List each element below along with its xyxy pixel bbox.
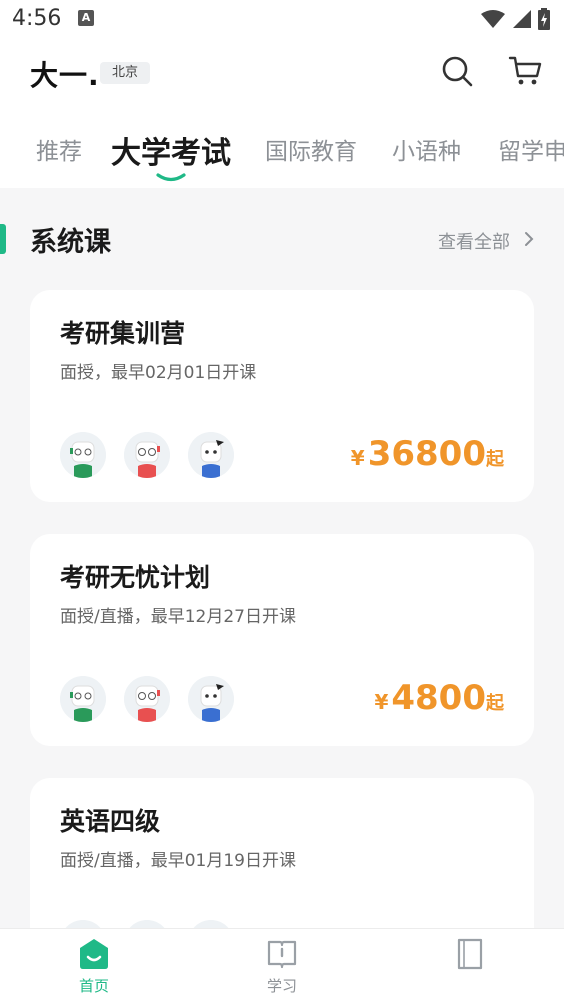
status-icons <box>480 8 550 30</box>
status-time: 4:56 <box>12 6 62 31</box>
teacher-avatar-icon <box>188 676 234 722</box>
status-bar: 4:56 A <box>0 0 564 38</box>
section-title: 系统课 <box>30 227 111 258</box>
section-accent-bar <box>0 224 6 254</box>
nav-study-label: 学习 <box>266 977 297 995</box>
category-tabs: 推荐 大学考试 国际教育 小语种 留学申 <box>0 126 564 182</box>
teacher-avatars <box>60 432 234 478</box>
top-header: 大一. 北京 推荐 大学考试 国际教育 小语种 留学申 <box>0 38 564 188</box>
teacher-avatar-icon <box>124 432 170 478</box>
course-title: 英语四级 <box>60 807 161 836</box>
teacher-avatars <box>60 676 234 722</box>
wifi-icon <box>481 10 505 28</box>
profile-icon <box>457 938 483 970</box>
course-title: 考研无忧计划 <box>60 563 211 592</box>
cart-icon[interactable] <box>508 54 542 88</box>
nav-home-label: 首页 <box>78 977 109 995</box>
course-subtitle: 面授/直播，最早12月27日开课 <box>60 607 296 627</box>
tab-university-exam[interactable]: 大学考试 <box>111 128 231 172</box>
section-header: 系统课 查看全部 <box>0 212 564 268</box>
tab-minor-languages[interactable]: 小语种 <box>392 132 461 166</box>
tab-recommend[interactable]: 推荐 <box>36 132 82 166</box>
search-icon[interactable] <box>440 54 474 88</box>
teacher-avatar-icon <box>60 676 106 722</box>
signal-icon <box>513 10 531 28</box>
book-icon <box>267 940 297 969</box>
active-tab-indicator <box>156 173 186 182</box>
teacher-avatar-icon <box>124 676 170 722</box>
view-all-link[interactable]: 查看全部 <box>438 228 510 254</box>
course-price: ¥36800起 <box>350 434 504 474</box>
tab-study-abroad[interactable]: 留学申 <box>498 132 564 166</box>
course-price: ¥4800起 <box>374 678 504 718</box>
city-selector[interactable]: 北京 <box>100 62 151 84</box>
battery-icon <box>538 8 550 30</box>
nav-home[interactable]: 首页 <box>54 937 134 996</box>
home-icon <box>80 939 108 969</box>
teacher-avatar-icon <box>60 432 106 478</box>
bottom-nav: 首页 学习 <box>0 928 564 1004</box>
chevron-right-icon[interactable] <box>522 230 536 248</box>
course-title: 考研集训营 <box>60 319 186 348</box>
nav-profile[interactable] <box>430 937 510 975</box>
course-card[interactable]: 考研无忧计划 面授/直播，最早12月27日开课 ¥4800起 <box>30 534 534 746</box>
course-subtitle: 面授/直播，最早01月19日开课 <box>60 851 296 871</box>
nav-study[interactable]: 学习 <box>242 937 322 996</box>
course-card[interactable]: 考研集训营 面授，最早02月01日开课 ¥36800起 <box>30 290 534 502</box>
course-subtitle: 面授，最早02月01日开课 <box>60 363 257 383</box>
tab-international-education[interactable]: 国际教育 <box>265 132 357 166</box>
notification-icon: A <box>78 10 94 26</box>
brand-logo: 大一. <box>30 59 100 92</box>
teacher-avatar-icon <box>188 432 234 478</box>
